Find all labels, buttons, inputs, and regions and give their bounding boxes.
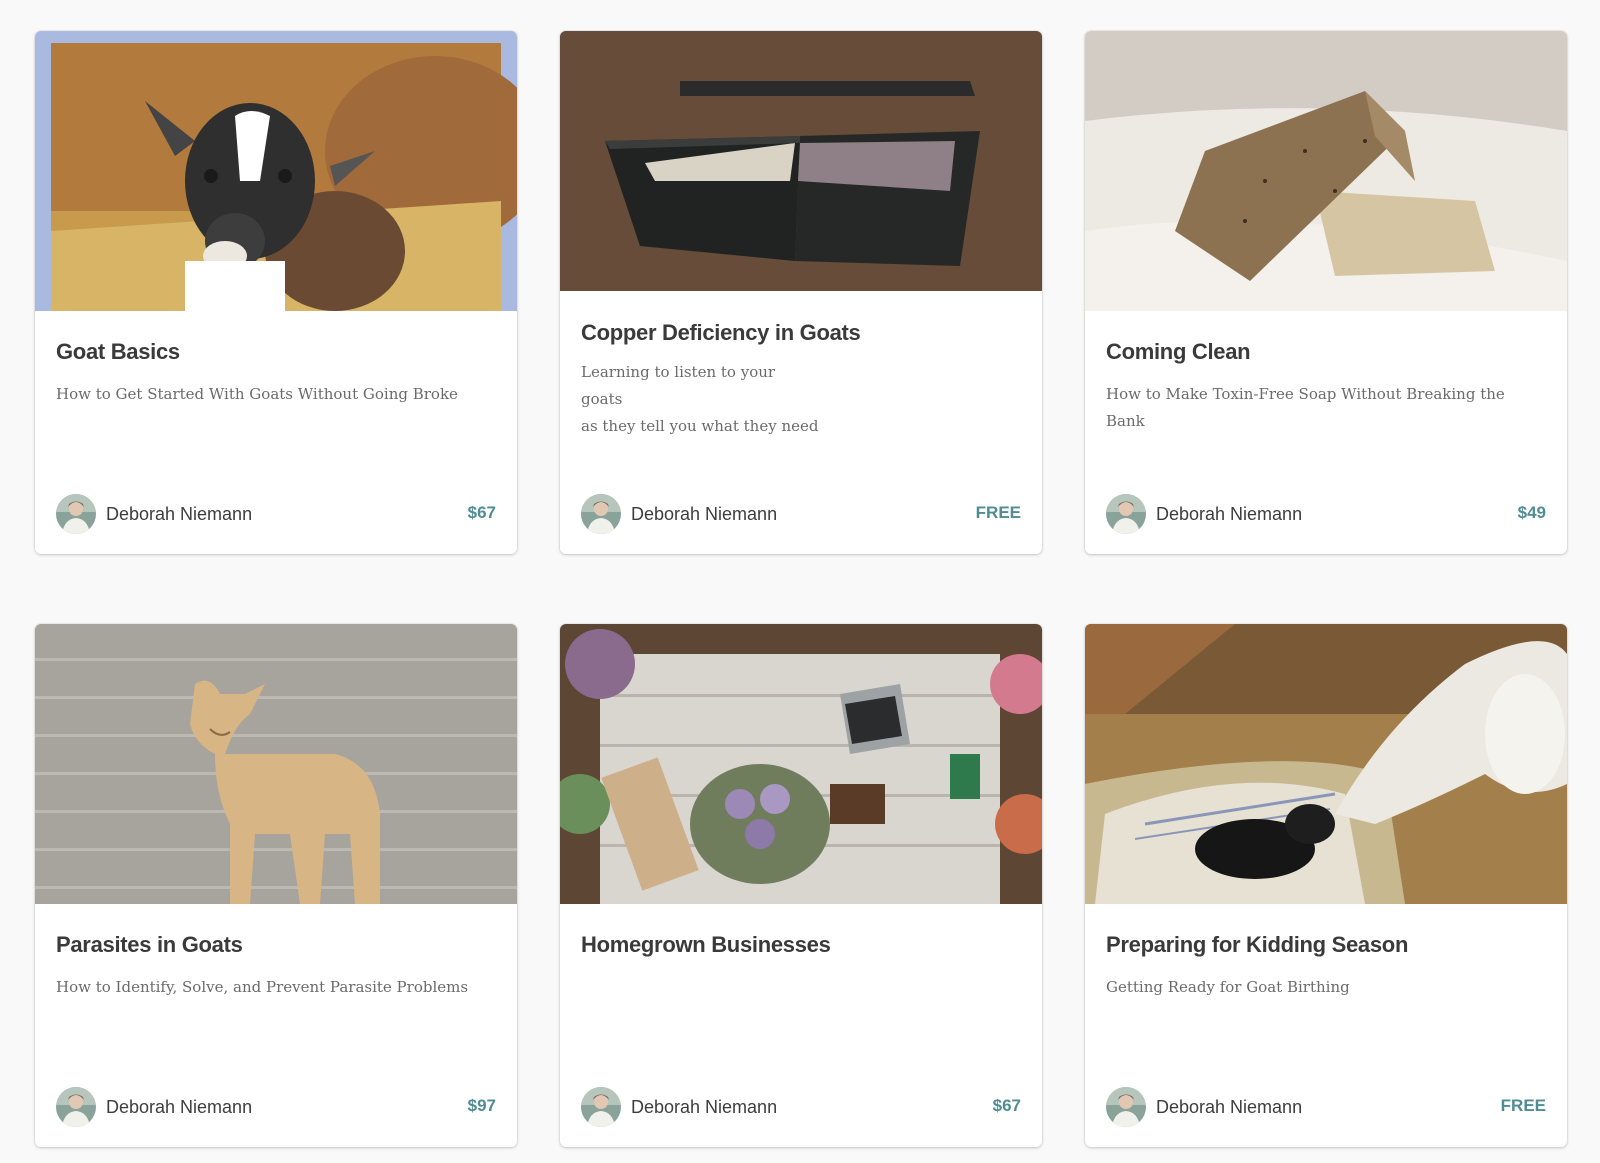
course-subtitle: How to Identify, Solve, and Prevent Para… (56, 978, 469, 996)
author-info: Deborah Niemann (581, 1087, 777, 1127)
course-title[interactable]: Goat Basics (56, 339, 496, 365)
author-info: Deborah Niemann (56, 1087, 252, 1127)
author-info: Deborah Niemann (581, 494, 777, 534)
course-card-goat-basics[interactable]: Goat Basics How to Get Started With Goat… (35, 31, 517, 554)
tan-goat-image[interactable] (35, 624, 517, 904)
course-card-coming-clean[interactable]: Coming Clean How to Make Toxin-Free Soap… (1085, 31, 1567, 554)
author-name: Deborah Niemann (1156, 1096, 1303, 1117)
mineral-feeder-image[interactable] (560, 31, 1042, 291)
author-info: Deborah Niemann (56, 494, 252, 534)
soap-bars-image[interactable] (1085, 31, 1567, 311)
author-name: Deborah Niemann (631, 1096, 778, 1117)
course-card-kidding-season[interactable]: Preparing for Kidding Season Getting Rea… (1085, 624, 1567, 1147)
author-avatar (56, 494, 96, 534)
author-avatar (1106, 1087, 1146, 1127)
course-grid: Goat Basics How to Get Started With Goat… (0, 0, 1600, 1163)
author-name: Deborah Niemann (1156, 503, 1303, 524)
course-title[interactable]: Parasites in Goats (56, 932, 496, 958)
course-price: $49 (1517, 503, 1546, 522)
course-card-copper-deficiency[interactable]: Copper Deficiency in Goats Learning to l… (560, 31, 1042, 554)
course-subtitle: Getting Ready for Goat Birthing (1106, 978, 1350, 996)
goat-kid-in-straw-image[interactable] (35, 31, 517, 311)
course-subtitle: How to Get Started With Goats Without Go… (56, 385, 458, 403)
author-name: Deborah Niemann (631, 503, 778, 524)
course-title[interactable]: Copper Deficiency in Goats (581, 320, 1021, 346)
author-name: Deborah Niemann (106, 1096, 253, 1117)
course-card-homegrown-businesses[interactable]: Homegrown Businesses Deborah Niemann $67 (560, 624, 1042, 1147)
author-avatar (581, 494, 621, 534)
craft-table-flowers-laptop-image[interactable] (560, 624, 1042, 904)
author-name: Deborah Niemann (106, 503, 253, 524)
course-price: FREE (975, 503, 1021, 522)
course-price: FREE (1500, 1096, 1546, 1115)
course-title[interactable]: Preparing for Kidding Season (1106, 932, 1546, 958)
course-title[interactable]: Coming Clean (1106, 339, 1546, 365)
course-title[interactable]: Homegrown Businesses (581, 932, 1021, 958)
course-card-parasites[interactable]: Parasites in Goats How to Identify, Solv… (35, 624, 517, 1147)
author-info: Deborah Niemann (1106, 1087, 1302, 1127)
course-price: $67 (467, 503, 496, 522)
course-price: $67 (992, 1096, 1021, 1115)
course-subtitle: Learning to listen to your goats as they… (581, 363, 819, 435)
author-avatar (1106, 494, 1146, 534)
author-info: Deborah Niemann (1106, 494, 1302, 534)
newborn-kid-with-doe-image[interactable] (1085, 624, 1567, 904)
course-subtitle: How to Make Toxin-Free Soap Without Brea… (1106, 385, 1505, 430)
course-price: $97 (467, 1096, 496, 1115)
author-avatar (581, 1087, 621, 1127)
author-avatar (56, 1087, 96, 1127)
